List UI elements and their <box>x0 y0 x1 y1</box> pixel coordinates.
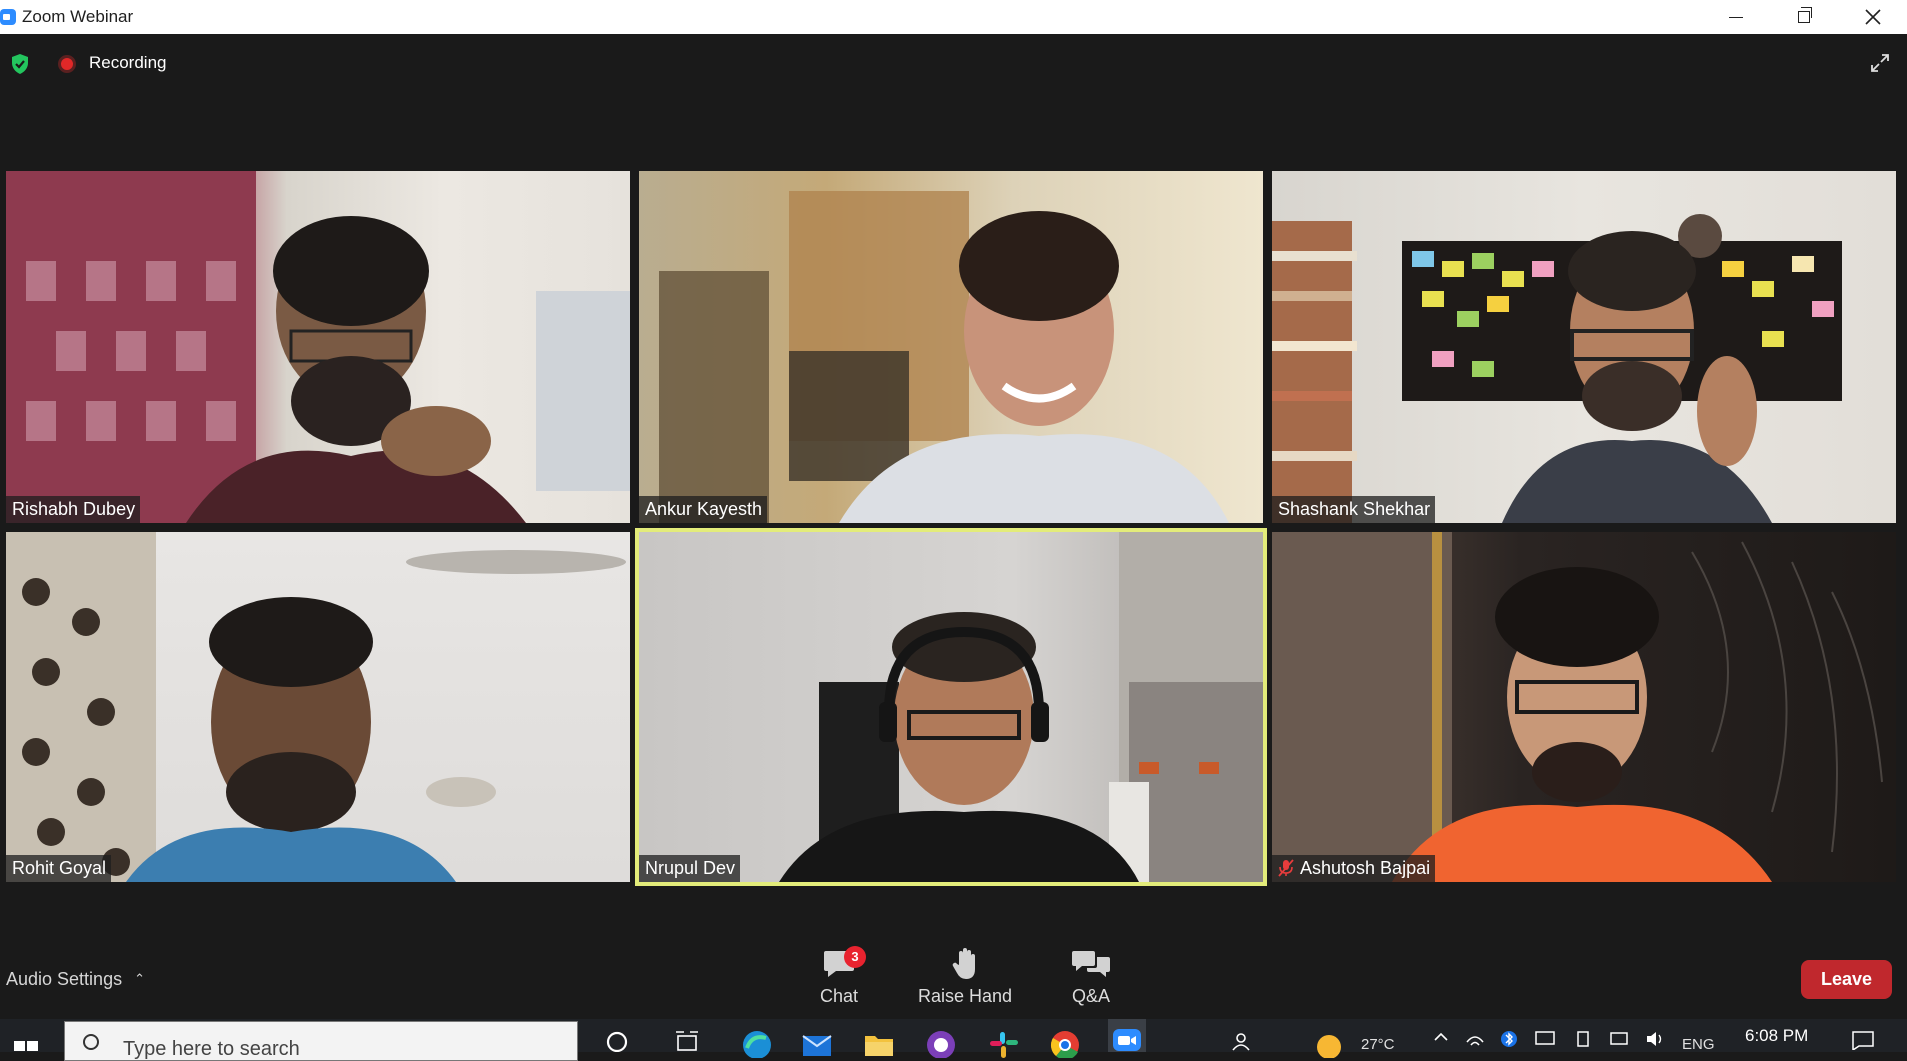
participant-video <box>6 171 630 523</box>
weather-temperature[interactable]: 27°C <box>1361 1036 1395 1053</box>
recording-label: Recording <box>89 53 167 72</box>
participant-name: Rohit Goyal <box>12 858 107 878</box>
battery-icon[interactable] <box>1564 1028 1602 1058</box>
minimize-button[interactable] <box>1702 0 1770 34</box>
edge-browser-icon[interactable] <box>738 1028 776 1058</box>
close-icon <box>1865 9 1881 25</box>
raise-hand-label: Raise Hand <box>917 986 1013 1006</box>
weather-sun-icon[interactable] <box>1310 1028 1348 1058</box>
recording-indicator-icon[interactable] <box>58 55 76 73</box>
windows-start-icon[interactable] <box>14 1037 40 1055</box>
meeting-top-bar <box>0 34 1907 94</box>
participant-name: Rishabh Dubey <box>12 499 136 519</box>
mail-icon[interactable] <box>798 1028 836 1058</box>
participant-name: Shashank Shekhar <box>1278 499 1431 519</box>
chat-button[interactable]: 3 Chat <box>784 946 894 1007</box>
encryption-shield-icon[interactable] <box>11 54 29 74</box>
search-placeholder: Type here to search <box>123 1038 300 1060</box>
raise-hand-icon <box>952 948 975 979</box>
display-icon[interactable] <box>1526 1028 1564 1058</box>
github-desktop-icon[interactable] <box>922 1028 960 1058</box>
volume-icon[interactable] <box>1636 1028 1674 1058</box>
participant-name-label: Ashutosh Bajpai <box>1272 855 1436 882</box>
chat-label: Chat <box>819 986 859 1006</box>
bluetooth-icon[interactable] <box>1490 1028 1528 1058</box>
audio-settings-button[interactable]: Audio Settings ⌃ <box>6 969 145 990</box>
window-title-bar: Zoom Webinar <box>0 0 1907 34</box>
file-explorer-icon[interactable] <box>860 1028 898 1058</box>
task-view-icon[interactable] <box>668 1028 706 1058</box>
participant-video <box>6 532 626 882</box>
taskbar-clock[interactable]: 6:08 PM <box>1745 1026 1808 1046</box>
video-tile[interactable]: Ashutosh Bajpai <box>1272 532 1896 882</box>
participant-name: Ashutosh Bajpai <box>1300 858 1431 878</box>
participant-name-label: Shashank Shekhar <box>1272 496 1436 523</box>
fullscreen-icon[interactable] <box>1870 53 1890 73</box>
minimize-icon <box>1729 16 1743 18</box>
participant-video <box>659 191 1229 523</box>
cortana-icon[interactable] <box>598 1028 636 1058</box>
qa-label: Q&A <box>1071 986 1110 1006</box>
input-language[interactable]: ENG <box>1682 1036 1715 1053</box>
qa-button[interactable]: Q&A <box>1036 946 1146 1007</box>
restore-button[interactable] <box>1770 0 1838 34</box>
chevron-up-icon: ⌃ <box>134 971 145 986</box>
leave-button[interactable]: Leave <box>1801 960 1892 999</box>
audio-settings-label: Audio Settings <box>6 969 123 989</box>
active-speaker-border <box>635 528 1267 886</box>
slack-icon[interactable] <box>984 1028 1022 1058</box>
participant-name-label: Ankur Kayesth <box>639 496 768 523</box>
video-tile[interactable]: Ankur Kayesth <box>639 171 1263 523</box>
participant-video <box>1272 532 1883 882</box>
mic-muted-icon <box>1278 859 1294 877</box>
network-icon[interactable] <box>1600 1028 1638 1058</box>
participant-name: Ankur Kayesth <box>645 499 763 519</box>
taskbar-search-input[interactable]: Type here to search <box>64 1021 578 1061</box>
show-hidden-icons-chevron-icon[interactable] <box>1422 1028 1460 1058</box>
participant-name-label: Rohit Goyal <box>6 855 112 882</box>
raise-hand-button[interactable]: Raise Hand <box>910 946 1020 1007</box>
zoom-taskbar-icon[interactable] <box>1108 1019 1146 1052</box>
restore-icon <box>1798 7 1812 23</box>
zoom-app-icon <box>0 9 16 25</box>
video-tile[interactable]: Shashank Shekhar <box>1272 171 1896 523</box>
window-title: Zoom Webinar <box>22 7 134 26</box>
people-icon[interactable] <box>1222 1028 1260 1058</box>
participant-video <box>1272 214 1842 523</box>
participant-name-label: Rishabh Dubey <box>6 496 141 523</box>
notifications-icon[interactable] <box>1844 1028 1882 1058</box>
video-tile[interactable]: Rishabh Dubey <box>6 171 630 523</box>
chat-unread-badge: 3 <box>844 946 866 968</box>
qa-icon <box>1072 951 1110 977</box>
chrome-icon[interactable] <box>1046 1028 1084 1058</box>
close-button[interactable] <box>1839 0 1907 34</box>
video-tile[interactable]: Rohit Goyal <box>6 532 630 882</box>
search-icon <box>83 1034 99 1050</box>
wifi-icon[interactable] <box>1456 1028 1494 1058</box>
